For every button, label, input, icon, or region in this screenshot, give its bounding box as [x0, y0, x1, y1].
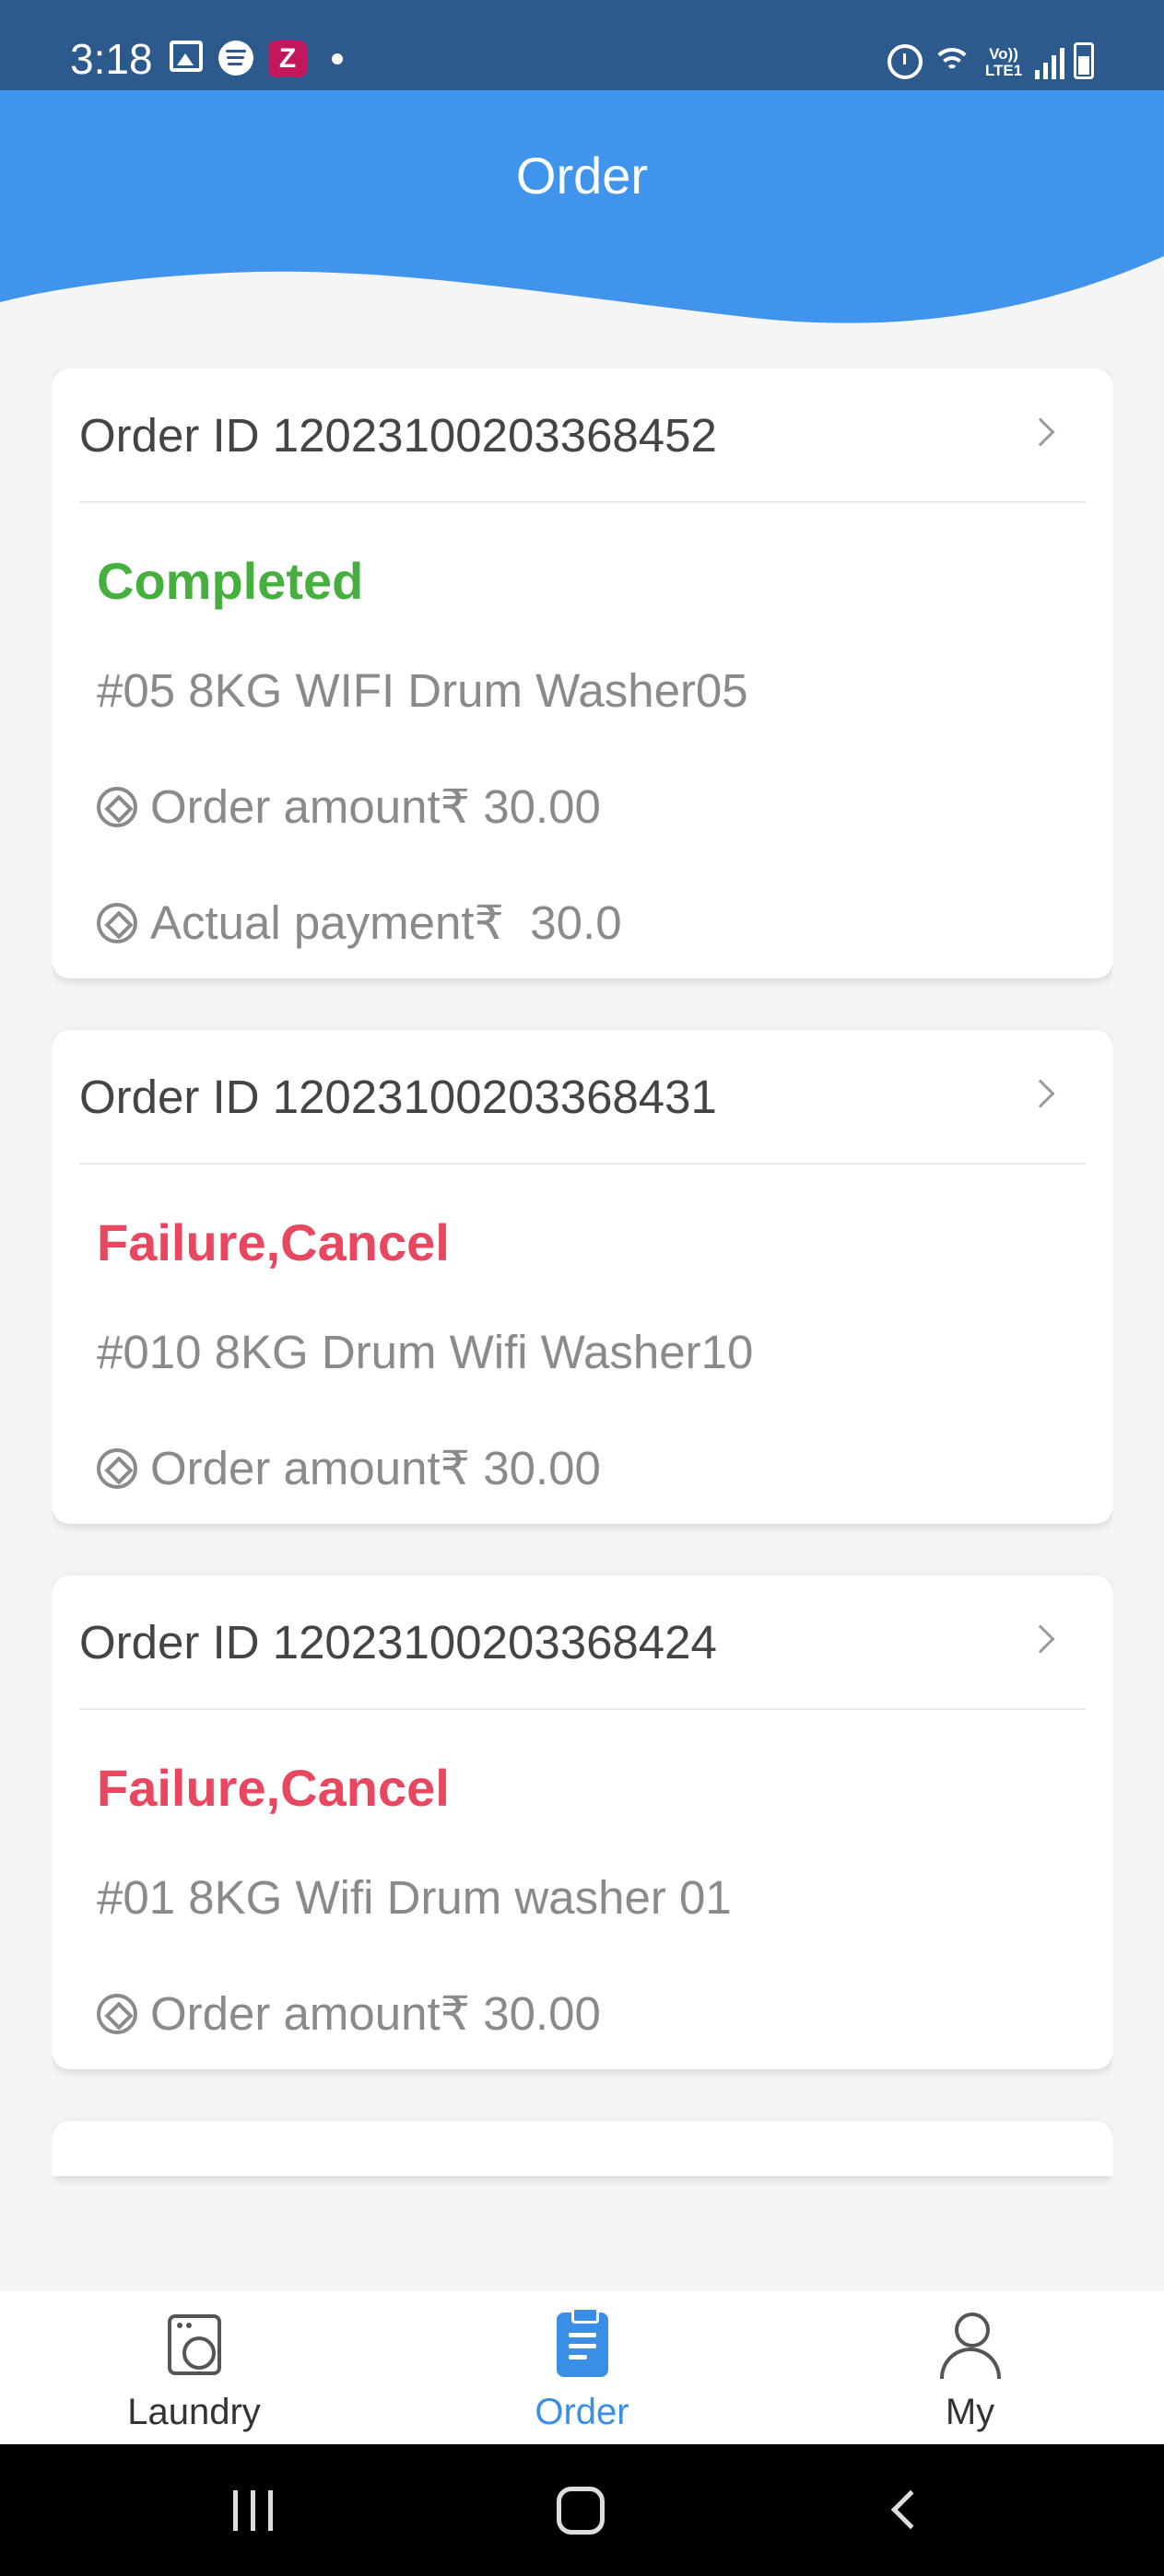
order-card-header[interactable]: Order ID 12023100203368431	[79, 1030, 1086, 1165]
tab-label: My	[945, 2392, 995, 2432]
header: Order	[0, 90, 1164, 330]
order-card[interactable]: Order ID 12023100203368431 Failure,Cance…	[53, 1030, 1112, 1524]
order-amount-row: Order amount₹ 30.00	[97, 1986, 1068, 2042]
machine-name: #05 8KG WIFI Drum Washer05	[97, 664, 748, 717]
chevron-right-icon[interactable]	[1026, 1079, 1055, 1108]
order-amount-row: Order amount₹ 30.00	[97, 779, 1068, 835]
home-icon[interactable]	[557, 2487, 605, 2535]
volte-icon: Vo)) LTE1	[984, 45, 1023, 79]
recents-icon[interactable]	[233, 2490, 274, 2531]
signal-icon	[1035, 48, 1064, 79]
coin-icon	[97, 1994, 137, 2034]
order-card[interactable]: Order ID 12023100203368424 Failure,Cance…	[53, 1575, 1112, 2069]
order-status: Failure,Cancel	[97, 1759, 450, 1817]
order-id: Order ID 12023100203368452	[79, 409, 717, 462]
order-list[interactable]: Order ID 12023100203368452 Completed #05…	[53, 369, 1112, 2289]
washing-machine-icon	[167, 2314, 221, 2375]
order-status: Failure,Cancel	[97, 1213, 450, 1271]
order-card-header[interactable]: Order ID 12023100203368452	[79, 369, 1086, 503]
status-time: 3:18	[70, 35, 153, 83]
status-bar: 3:18 Z Vo)) LTE1	[0, 0, 1164, 90]
order-amount: Order amount₹ 30.00	[150, 780, 601, 833]
coin-icon	[97, 787, 137, 827]
clipboard-icon	[556, 2307, 608, 2377]
tab-label: Laundry	[127, 2392, 261, 2432]
order-amount: Order amount₹ 30.00	[150, 1442, 601, 1494]
alarm-icon	[888, 44, 923, 79]
spotify-icon	[218, 41, 253, 76]
zomato-icon: Z	[268, 41, 307, 77]
order-card[interactable]: Order ID 12023100203368452 Completed #05…	[53, 369, 1112, 978]
system-nav-bar	[0, 2444, 1164, 2576]
tab-laundry[interactable]: Laundry	[0, 2290, 388, 2444]
tab-my[interactable]: My	[776, 2290, 1164, 2444]
coin-icon	[97, 903, 137, 943]
tab-label: Order	[535, 2392, 629, 2432]
order-card-header[interactable]: Order ID 12023100203368424	[79, 1575, 1086, 1710]
order-id: Order ID 12023100203368424	[79, 1616, 717, 1669]
coin-icon	[97, 1448, 137, 1489]
header-wave-background	[0, 90, 1164, 323]
notification-dot-icon	[332, 53, 343, 64]
wifi-icon	[932, 46, 972, 79]
order-status: Completed	[97, 552, 364, 610]
gallery-icon	[170, 41, 203, 72]
bottom-tab-bar: Laundry Order My	[0, 2289, 1164, 2444]
actual-payment-row: Actual payment₹ 30.0	[97, 896, 1068, 951]
order-amount-row: Order amount₹ 30.00	[97, 1441, 1068, 1496]
machine-name: #010 8KG Drum Wifi Washer10	[97, 1326, 754, 1378]
order-id: Order ID 12023100203368431	[79, 1071, 717, 1123]
order-amount: Order amount₹ 30.00	[150, 1987, 601, 2040]
chevron-right-icon[interactable]	[1026, 1624, 1055, 1654]
page-title: Order	[515, 146, 649, 205]
tab-order[interactable]: Order	[388, 2290, 776, 2444]
chevron-right-icon[interactable]	[1026, 417, 1055, 447]
machine-name: #01 8KG Wifi Drum washer 01	[97, 1871, 732, 1924]
order-card-partial[interactable]	[53, 2121, 1112, 2176]
battery-icon	[1074, 42, 1094, 79]
person-icon	[938, 2313, 1003, 2379]
back-icon[interactable]	[890, 2489, 931, 2530]
actual-payment: Actual payment₹ 30.0	[150, 896, 622, 949]
